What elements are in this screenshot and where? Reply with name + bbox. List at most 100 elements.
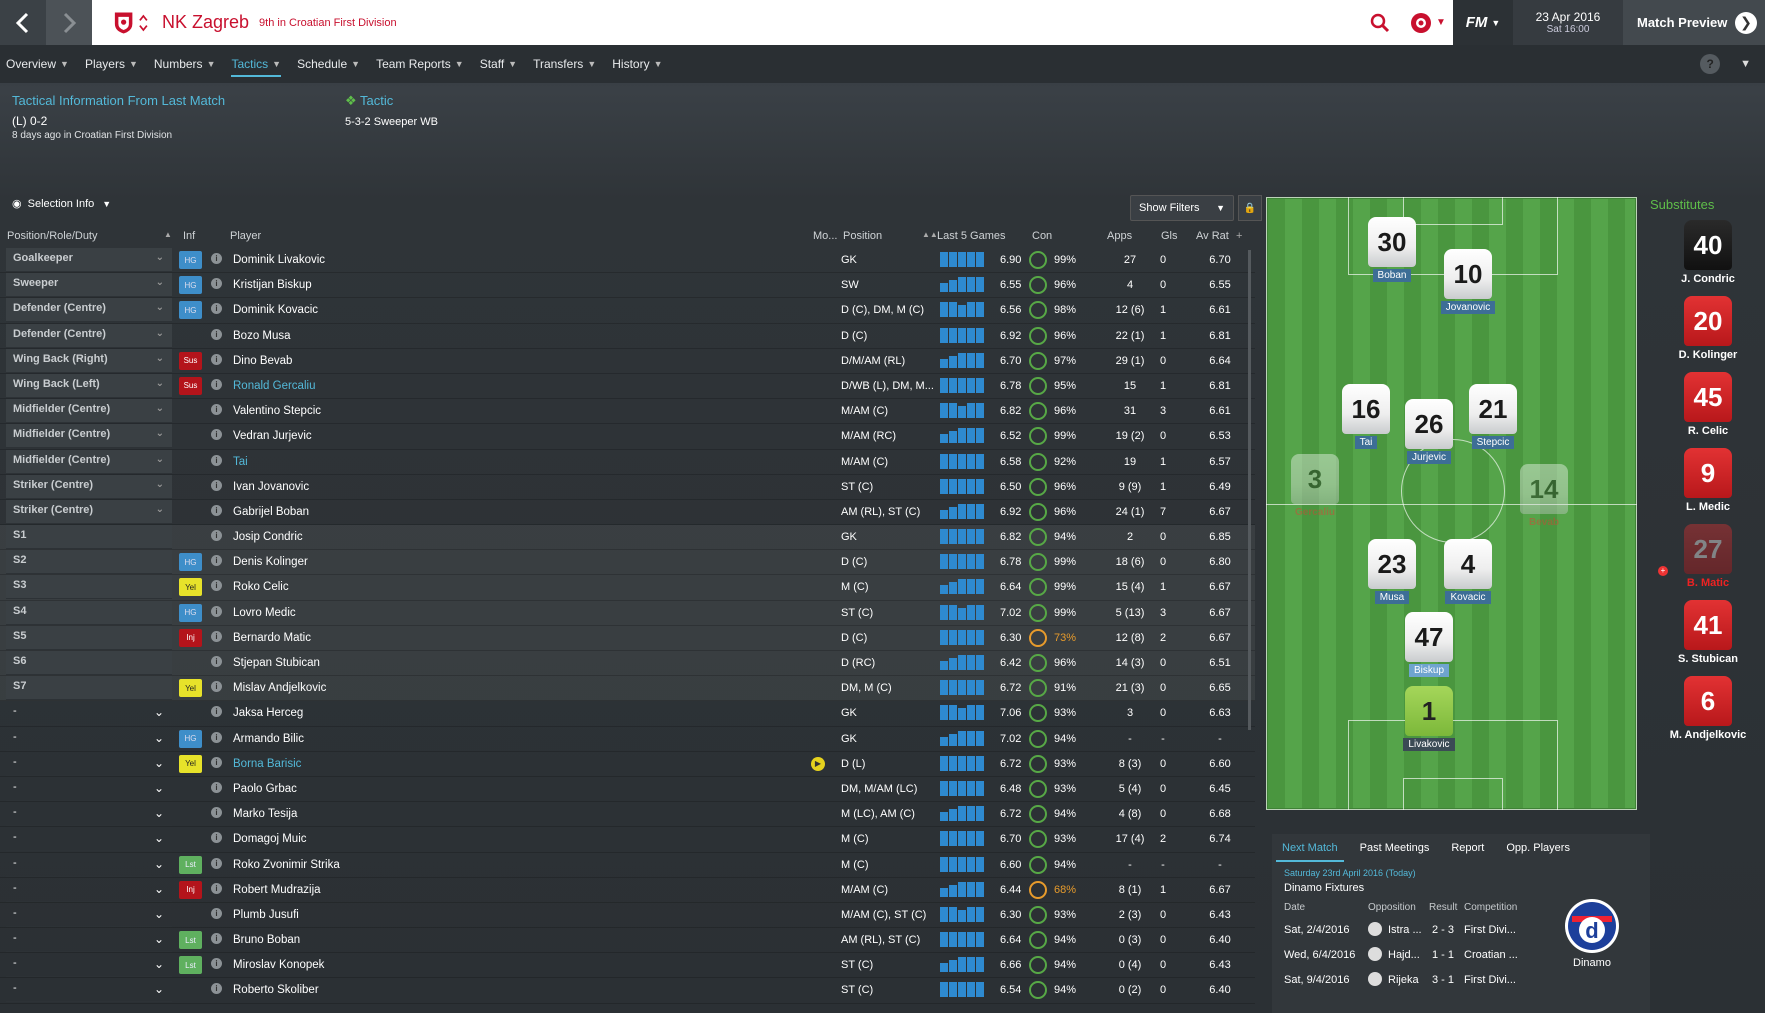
slot-selector[interactable]: Goalkeeper ⌄ — [6, 248, 172, 272]
table-row[interactable]: - ⌄ HG i Armando Bilic GK 7.02 94% - - - — [0, 727, 1255, 752]
slot-selector[interactable]: Sweeper ⌄ — [6, 273, 172, 298]
slot-selector[interactable]: - ⌄ — [6, 953, 172, 978]
slot-selector[interactable]: - ⌄ — [6, 978, 172, 1003]
player-name[interactable]: Valentino Stepcic — [233, 405, 321, 417]
pitch-player[interactable]: 3 Gercaliu — [1285, 454, 1345, 529]
slot-selector[interactable]: Wing Back (Left) ⌄ — [6, 373, 172, 398]
table-row[interactable]: S2 HG i Denis Kolinger D (C) 6.78 99% 18 (6) 0 6.… — [0, 550, 1255, 576]
pitch-player[interactable]: 16 Tai — [1336, 384, 1396, 459]
match-preview-button[interactable]: Match Preview ❯ — [1623, 0, 1765, 45]
opponent-crest[interactable]: d Dinamo — [1562, 898, 1622, 969]
slot-selector[interactable]: Striker (Centre) ⌄ — [6, 474, 172, 499]
substitute-player[interactable]: 27 B. Matic — [1668, 524, 1748, 589]
player-name[interactable]: Bernardo Matic — [233, 632, 311, 644]
info-icon[interactable]: i — [211, 882, 222, 894]
info-badge[interactable]: Inj — [179, 628, 202, 647]
nav-transfers[interactable]: Transfers ▼ — [533, 45, 596, 83]
info-icon[interactable]: i — [211, 605, 222, 617]
info-icon[interactable]: i — [211, 832, 222, 844]
player-name[interactable]: Marko Tesija — [233, 808, 297, 820]
pitch-player[interactable]: 21 Stepcic — [1463, 384, 1523, 459]
info-badge[interactable]: HG — [179, 603, 202, 622]
substitute-player[interactable]: 9 L. Medic — [1668, 448, 1748, 513]
slot-selector[interactable]: Midfielder (Centre) ⌄ — [6, 399, 172, 424]
table-row[interactable]: - ⌄ Lst i Roko Zvonimir Strika M (C) 6.60 94% - -… — [0, 853, 1255, 878]
back-button[interactable] — [0, 0, 46, 45]
player-name[interactable]: Paolo Grbac — [233, 783, 297, 795]
info-icon[interactable]: i — [211, 731, 222, 743]
player-name[interactable]: Armando Bilic — [233, 733, 304, 745]
table-row[interactable]: Defender (Centre) ⌄ i Bozo Musa D (C) 6.92 96%… — [0, 323, 1255, 349]
player-name[interactable]: Dominik Kovacic — [233, 304, 318, 316]
slot-selector[interactable]: S1 — [6, 525, 172, 550]
player-name[interactable]: Roko Celic — [233, 581, 289, 593]
pitch-player[interactable]: 26 Jurjevic — [1399, 399, 1459, 474]
slot-selector[interactable]: S2 — [6, 550, 172, 575]
player-name[interactable]: Roko Zvonimir Strika — [233, 859, 340, 871]
info-icon[interactable]: i — [211, 857, 222, 869]
info-icon[interactable]: i — [211, 555, 222, 567]
show-filters-button[interactable]: Show Filters ▼ — [1130, 195, 1234, 221]
col-player[interactable]: Player — [230, 230, 261, 242]
col-con[interactable]: Con — [1032, 230, 1052, 242]
table-row[interactable]: Midfielder (Centre) ⌄ i Valentino Stepcic M/… — [0, 399, 1255, 425]
table-row[interactable]: - ⌄ i Domagoj Muic M (C) 6.70 93% 17 (4) 2 6.74 — [0, 827, 1255, 853]
table-row[interactable]: - ⌄ i Roberto Skoliber ST (C) 6.54 94% 0 (2) 0 6.… — [0, 978, 1255, 1004]
info-badge[interactable]: HG — [179, 276, 202, 295]
info-icon[interactable]: i — [211, 378, 222, 390]
player-name[interactable]: Plumb Jusufi — [233, 909, 299, 921]
slot-selector[interactable]: S7 — [6, 676, 172, 701]
slot-selector[interactable]: - ⌄ — [6, 752, 172, 776]
substitute-player[interactable]: 45 R. Celic — [1668, 372, 1748, 437]
player-name[interactable]: Roberto Skoliber — [233, 984, 319, 996]
info-badge[interactable]: HG — [179, 553, 202, 572]
substitute-player[interactable]: 20 D. Kolinger — [1668, 296, 1748, 361]
slot-selector[interactable]: Midfielder (Centre) ⌄ — [6, 449, 172, 474]
table-row[interactable]: Midfielder (Centre) ⌄ i Vedran Jurjevic M/AM… — [0, 424, 1255, 450]
table-row[interactable]: S5 Inj i Bernardo Matic D (C) 6.30 73% 12 (8) 2 6… — [0, 625, 1255, 651]
info-icon[interactable]: i — [211, 580, 222, 592]
info-badge[interactable]: Yel — [179, 679, 202, 698]
col-apps[interactable]: Apps — [1107, 230, 1132, 242]
info-icon[interactable]: i — [211, 756, 222, 768]
pitch-player[interactable]: 30 Boban — [1362, 217, 1422, 292]
pitch-player[interactable]: 14 Bevab — [1514, 464, 1574, 539]
slot-selector[interactable]: - ⌄ — [6, 878, 172, 902]
info-icon[interactable]: i — [211, 781, 222, 793]
club-badge-icon[interactable] — [114, 6, 148, 40]
nav-history[interactable]: History ▼ — [612, 45, 662, 83]
chevron-down-icon[interactable]: ▼ — [1740, 58, 1751, 70]
info-badge[interactable]: Lst — [179, 855, 202, 874]
player-name[interactable]: Ivan Jovanovic — [233, 481, 309, 493]
slot-selector[interactable]: - ⌄ — [6, 701, 172, 726]
player-name[interactable]: Domagoj Muic — [233, 833, 307, 845]
nav-overview[interactable]: Overview ▼ — [6, 45, 69, 83]
nav-staff[interactable]: Staff ▼ — [480, 45, 517, 83]
tab-next-match[interactable]: Next Match — [1276, 834, 1344, 862]
player-name[interactable]: Gabrijel Boban — [233, 506, 309, 518]
scrollbar[interactable] — [1248, 250, 1251, 730]
info-icon[interactable]: i — [211, 958, 222, 970]
col-mo[interactable]: Mo... — [813, 230, 837, 242]
nav-numbers[interactable]: Numbers ▼ — [154, 45, 216, 83]
col-position-role[interactable]: Position/Role/Duty — [7, 230, 98, 242]
slot-selector[interactable]: Defender (Centre) ⌄ — [6, 323, 172, 348]
info-badge[interactable]: HG — [179, 251, 202, 269]
selection-info-button[interactable]: ◉ Selection Info ▼ — [12, 197, 111, 211]
table-row[interactable]: - ⌄ i Plumb Jusufi M/AM (C), ST (C) 6.30 93% 2 … — [0, 903, 1255, 929]
player-name[interactable]: Bruno Boban — [233, 934, 300, 946]
info-icon[interactable]: i — [211, 278, 222, 290]
player-name[interactable]: Dominik Livakovic — [233, 254, 325, 266]
player-name[interactable]: Miroslav Konopek — [233, 959, 324, 971]
table-row[interactable]: S7 Yel i Mislav Andjelkovic DM, M (C) 6.72 91%… — [0, 676, 1255, 702]
player-name[interactable]: Lovro Medic — [233, 607, 296, 619]
info-icon[interactable]: i — [211, 706, 222, 718]
info-icon[interactable]: i — [211, 504, 222, 516]
table-row[interactable]: Striker (Centre) ⌄ i Gabrijel Boban AM (RL),… — [0, 499, 1255, 526]
table-row[interactable]: S6 i Stjepan Stubican D (RC) 6.42 96% 14 (3) 0 6… — [0, 651, 1255, 677]
table-row[interactable]: - ⌄ i Jaksa Herceg GK 7.06 93% 3 0 6.63 — [0, 701, 1255, 727]
info-icon[interactable]: i — [211, 429, 222, 441]
table-row[interactable]: Wing Back (Right) ⌄ Sus i Dino Bevab D/M/AM (… — [0, 348, 1255, 374]
table-row[interactable]: Midfielder (Centre) ⌄ i Tai M/AM (C) 6.58 92% 1… — [0, 449, 1255, 475]
club-menu-button[interactable]: ▼ — [1403, 0, 1453, 45]
